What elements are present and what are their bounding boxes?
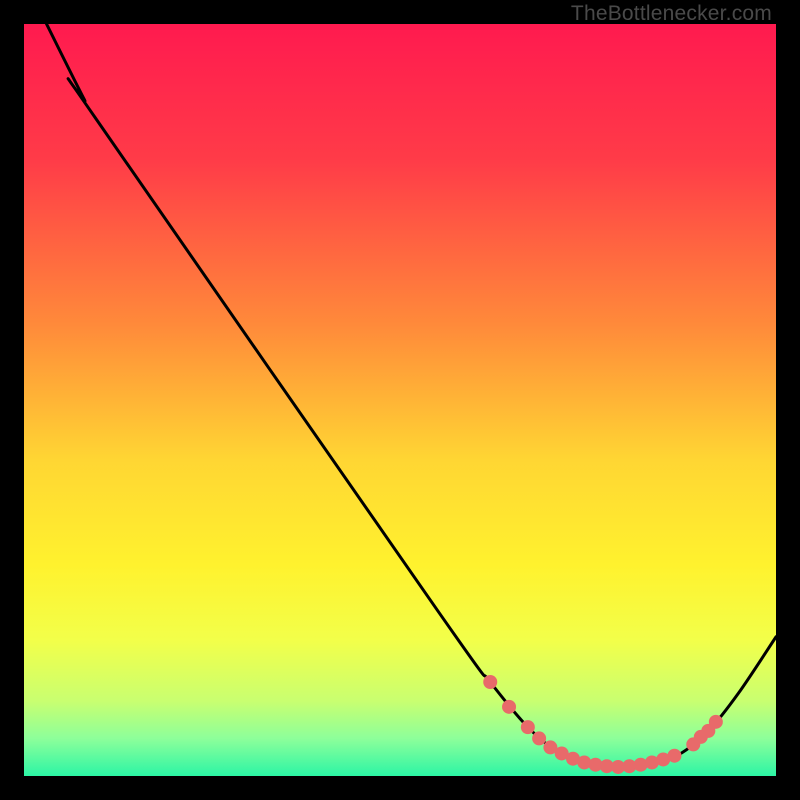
chart-frame: TheBottlenecker.com: [0, 0, 800, 800]
data-point: [709, 715, 723, 729]
gradient-background: [24, 24, 776, 776]
data-point: [532, 731, 546, 745]
chart-svg: [24, 24, 776, 776]
data-point: [521, 720, 535, 734]
data-point: [667, 749, 681, 763]
data-point: [483, 675, 497, 689]
plot-area: [24, 24, 776, 776]
data-point: [502, 700, 516, 714]
watermark-label: TheBottlenecker.com: [571, 2, 772, 26]
